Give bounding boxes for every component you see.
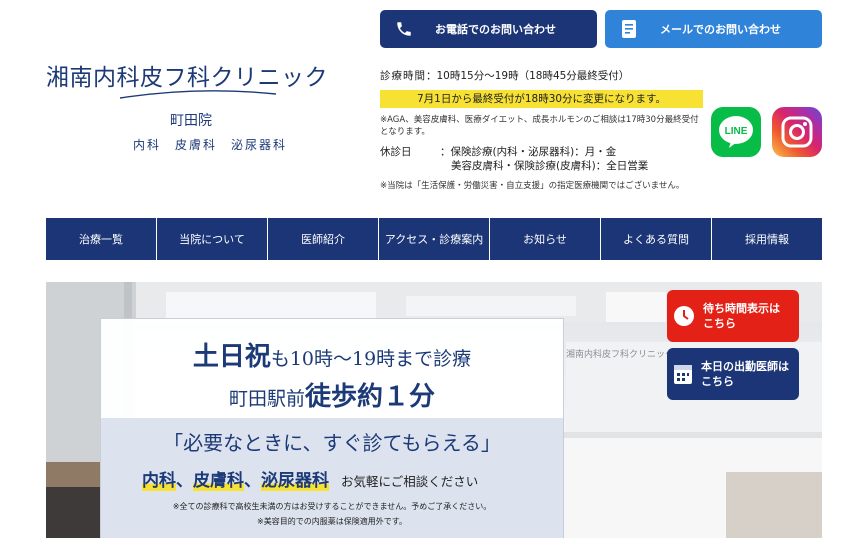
doctor-schedule-label-1: 本日の出勤医師は	[701, 360, 789, 373]
closed-line-2: 美容皮膚科・保険診療(皮膚科)：全日営業	[451, 160, 649, 172]
main-nav: 治療一覧 当院について 医師紹介 アクセス・診療案内 お知らせ よくある質問 採…	[46, 218, 822, 260]
mail-contact-label: メールでのお問い合わせ	[660, 23, 781, 36]
closed-line-1: ：保険診療(内科・泌尿器科)：月・金	[440, 146, 617, 158]
closed-note: ※当院は「生活保護・労働災害・自立支援」の指定医療機関ではございません。	[380, 181, 685, 191]
clock-icon	[673, 305, 695, 327]
consult-text: お気軽にご相談ください	[341, 474, 479, 489]
hours-note: ※AGA、美容皮膚科、医療ダイエット、成長ホルモンのご相談は17時30分最終受付…	[380, 115, 699, 137]
phone-icon	[394, 17, 414, 41]
nav-item-news[interactable]: お知らせ	[490, 218, 601, 260]
hours-value: ：10時15分～19時（18時45分最終受付）	[426, 70, 630, 82]
dept-sep-2: 、	[244, 471, 261, 491]
nav-item-access[interactable]: アクセス・診療案内	[379, 218, 490, 260]
hours-change-notice: 7月1日から最終受付が18時30分に変更になります。	[380, 90, 703, 108]
line-icon-label: LINE	[725, 126, 748, 137]
wait-time-text: 待ち時間表示は こちら	[703, 301, 780, 331]
clinic-departments: 内科 皮膚科 泌尿器科	[133, 138, 288, 152]
doctor-schedule-button[interactable]: 本日の出勤医師は こちら	[667, 348, 799, 400]
document-icon	[619, 17, 639, 41]
nav-item-faq[interactable]: よくある質問	[601, 218, 712, 260]
wait-time-label-2: こちら	[703, 317, 736, 330]
dept-sep-1: 、	[176, 471, 193, 491]
hero-note-1: ※全ての診療科で高校生未満の方はお受けすることができません。予めご了承ください。	[172, 502, 492, 511]
doctor-schedule-label-2: こちら	[701, 375, 734, 388]
instagram-icon[interactable]	[772, 107, 822, 157]
dept-urology: 泌尿器科	[261, 471, 329, 491]
calendar-icon	[673, 363, 693, 385]
hours-line: 診療時間：10時15分～19時（18時45分最終受付）	[380, 68, 629, 83]
dept-dermatology: 皮膚科	[193, 471, 244, 491]
nav-item-doctors[interactable]: 医師紹介	[268, 218, 379, 260]
wall-sign: 湘南内科皮フ科クリニック	[566, 348, 674, 359]
doctor-schedule-text: 本日の出勤医師は こちら	[701, 359, 789, 389]
hero-catchphrase: 「必要なときに、すぐ診てもらえる」	[163, 431, 501, 455]
phone-contact-button[interactable]: お電話でのお問い合わせ	[380, 10, 597, 48]
hours-label: 診療時間	[380, 70, 426, 82]
nav-item-about[interactable]: 当院について	[157, 218, 268, 260]
hero-headline-2: 町田駅前徒歩約１分	[100, 376, 564, 413]
nav-item-treatments[interactable]: 治療一覧	[46, 218, 157, 260]
line-icon[interactable]: LINE	[711, 107, 761, 157]
hero-weekend-text: 土日祝	[192, 342, 271, 372]
clinic-logo-title[interactable]: 湘南内科皮フ科クリニック	[46, 58, 356, 92]
clinic-branch: 町田院	[170, 113, 212, 129]
hero-departments: 内科、皮膚科、泌尿器科 お気軽にご相談ください	[142, 466, 478, 491]
hero-hours-text: も10時～19時まで診療	[270, 348, 472, 370]
phone-contact-label: お電話でのお問い合わせ	[435, 23, 556, 36]
nav-item-recruit[interactable]: 採用情報	[712, 218, 822, 260]
closed-label: 休診日	[380, 146, 412, 158]
dept-internal: 内科	[142, 471, 176, 491]
wait-time-label-1: 待ち時間表示は	[703, 302, 780, 315]
hero-walk-text: 徒歩約１分	[305, 382, 436, 412]
mail-contact-button[interactable]: メールでのお問い合わせ	[605, 10, 822, 48]
hero-station-text: 町田駅前	[228, 388, 305, 410]
hero-headline-1: 土日祝も10時～19時まで診療	[100, 336, 564, 373]
wait-time-button[interactable]: 待ち時間表示は こちら	[667, 290, 799, 342]
hero-note-2: ※美容目的での内服薬は保険適用外です。	[257, 517, 407, 526]
logo-swoosh	[119, 90, 277, 99]
